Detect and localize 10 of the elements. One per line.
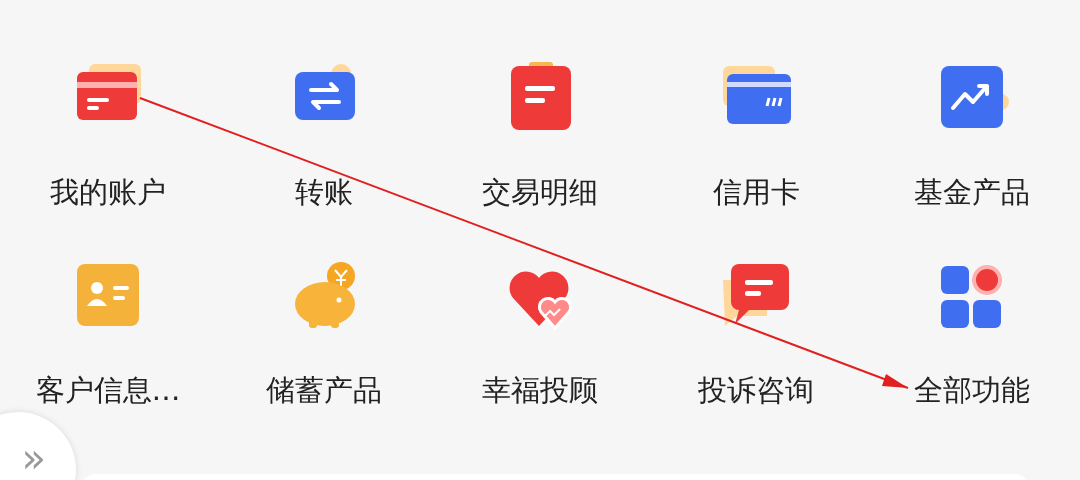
shortcut-label[interactable]: 信用卡	[712, 174, 800, 210]
shortcut-label[interactable]: 交易明细	[482, 174, 598, 210]
shortcut-label[interactable]: 基金产品	[914, 174, 1030, 210]
shortcut-label[interactable]: 幸福投顾	[482, 372, 598, 408]
shortcut-label[interactable]: 全部功能	[914, 372, 1030, 408]
shortcut-label[interactable]: 储蓄产品	[266, 372, 382, 408]
shortcut-label[interactable]: 投诉咨询	[698, 372, 814, 408]
shortcut-label[interactable]: 我的账户	[50, 174, 166, 210]
shortcut-label[interactable]: 转账	[295, 174, 353, 210]
shortcut-label[interactable]: 客户信息…	[35, 372, 181, 408]
